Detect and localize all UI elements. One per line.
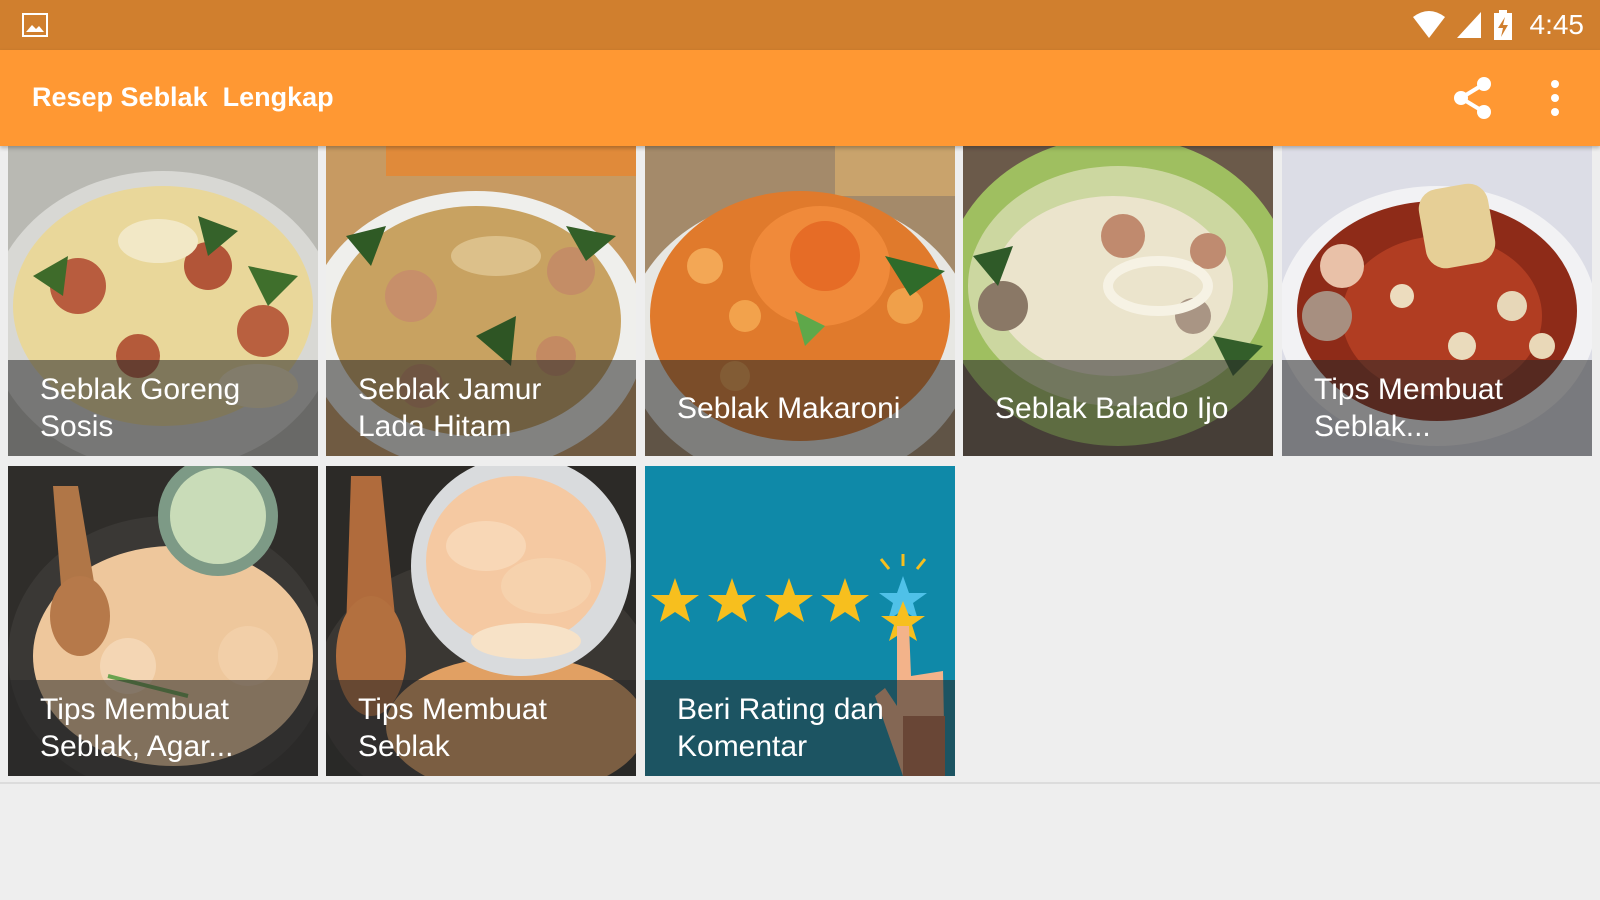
tile-caption: Tips Membuat Seblak — [326, 680, 636, 776]
recipe-tile-seblak-jamur-lada-hitam[interactable]: Seblak Jamur Lada Hitam — [326, 146, 636, 456]
tile-label: Seblak Balado Ijo — [995, 391, 1229, 425]
tile-caption: Seblak Balado Ijo — [963, 360, 1273, 456]
share-icon[interactable] — [1450, 75, 1496, 121]
recipe-tile-seblak-balado-ijo[interactable]: Seblak Balado Ijo — [963, 146, 1273, 456]
tile-label: Seblak Jamur Lada Hitam — [358, 373, 542, 443]
signal-icon — [1456, 12, 1481, 38]
recipe-tile-tips-membuat-seblak-agar[interactable]: Tips Membuat Seblak, Agar... — [8, 466, 318, 776]
app-title: Resep Seblak Lengkap — [32, 82, 334, 112]
tile-caption: Tips Membuat Seblak, Agar... — [8, 680, 318, 776]
rate-and-comment-tile[interactable]: Beri Rating dan Komentar — [645, 466, 955, 776]
tile-label: Seblak Goreng Sosis — [40, 373, 241, 443]
wifi-icon — [1412, 11, 1445, 38]
tile-label: Beri Rating dan Komentar — [677, 693, 884, 763]
tile-label: Tips Membuat Seblak, Agar... — [40, 693, 234, 763]
tile-caption: Seblak Jamur Lada Hitam — [326, 360, 636, 456]
more-vert-icon[interactable] — [1540, 75, 1570, 121]
recipe-tile-tips-membuat-seblak-2[interactable]: Tips Membuat Seblak — [326, 466, 636, 776]
tile-caption: Beri Rating dan Komentar — [645, 680, 955, 776]
recipe-tile-tips-membuat-seblak-1[interactable]: Tips Membuat Seblak... — [1282, 146, 1592, 456]
tile-caption: Seblak Goreng Sosis — [8, 360, 318, 456]
recipe-tile-seblak-goreng-sosis[interactable]: Seblak Goreng Sosis — [8, 146, 318, 456]
image-notification-icon — [22, 13, 48, 37]
tile-caption: Seblak Makaroni — [645, 360, 955, 456]
tile-label: Tips Membuat Seblak — [358, 693, 547, 763]
tile-label: Tips Membuat Seblak... — [1314, 373, 1503, 443]
tile-label: Seblak Makaroni — [677, 391, 901, 425]
status-bar: 4:45 — [0, 0, 1600, 50]
status-time: 4:45 — [1529, 9, 1585, 40]
app-bar: Resep Seblak Lengkap — [0, 50, 1600, 146]
divider — [0, 782, 1600, 784]
tile-caption: Tips Membuat Seblak... — [1282, 360, 1592, 456]
recipe-tile-seblak-makaroni[interactable]: Seblak Makaroni — [645, 146, 955, 456]
battery-charging-icon — [1493, 10, 1512, 40]
